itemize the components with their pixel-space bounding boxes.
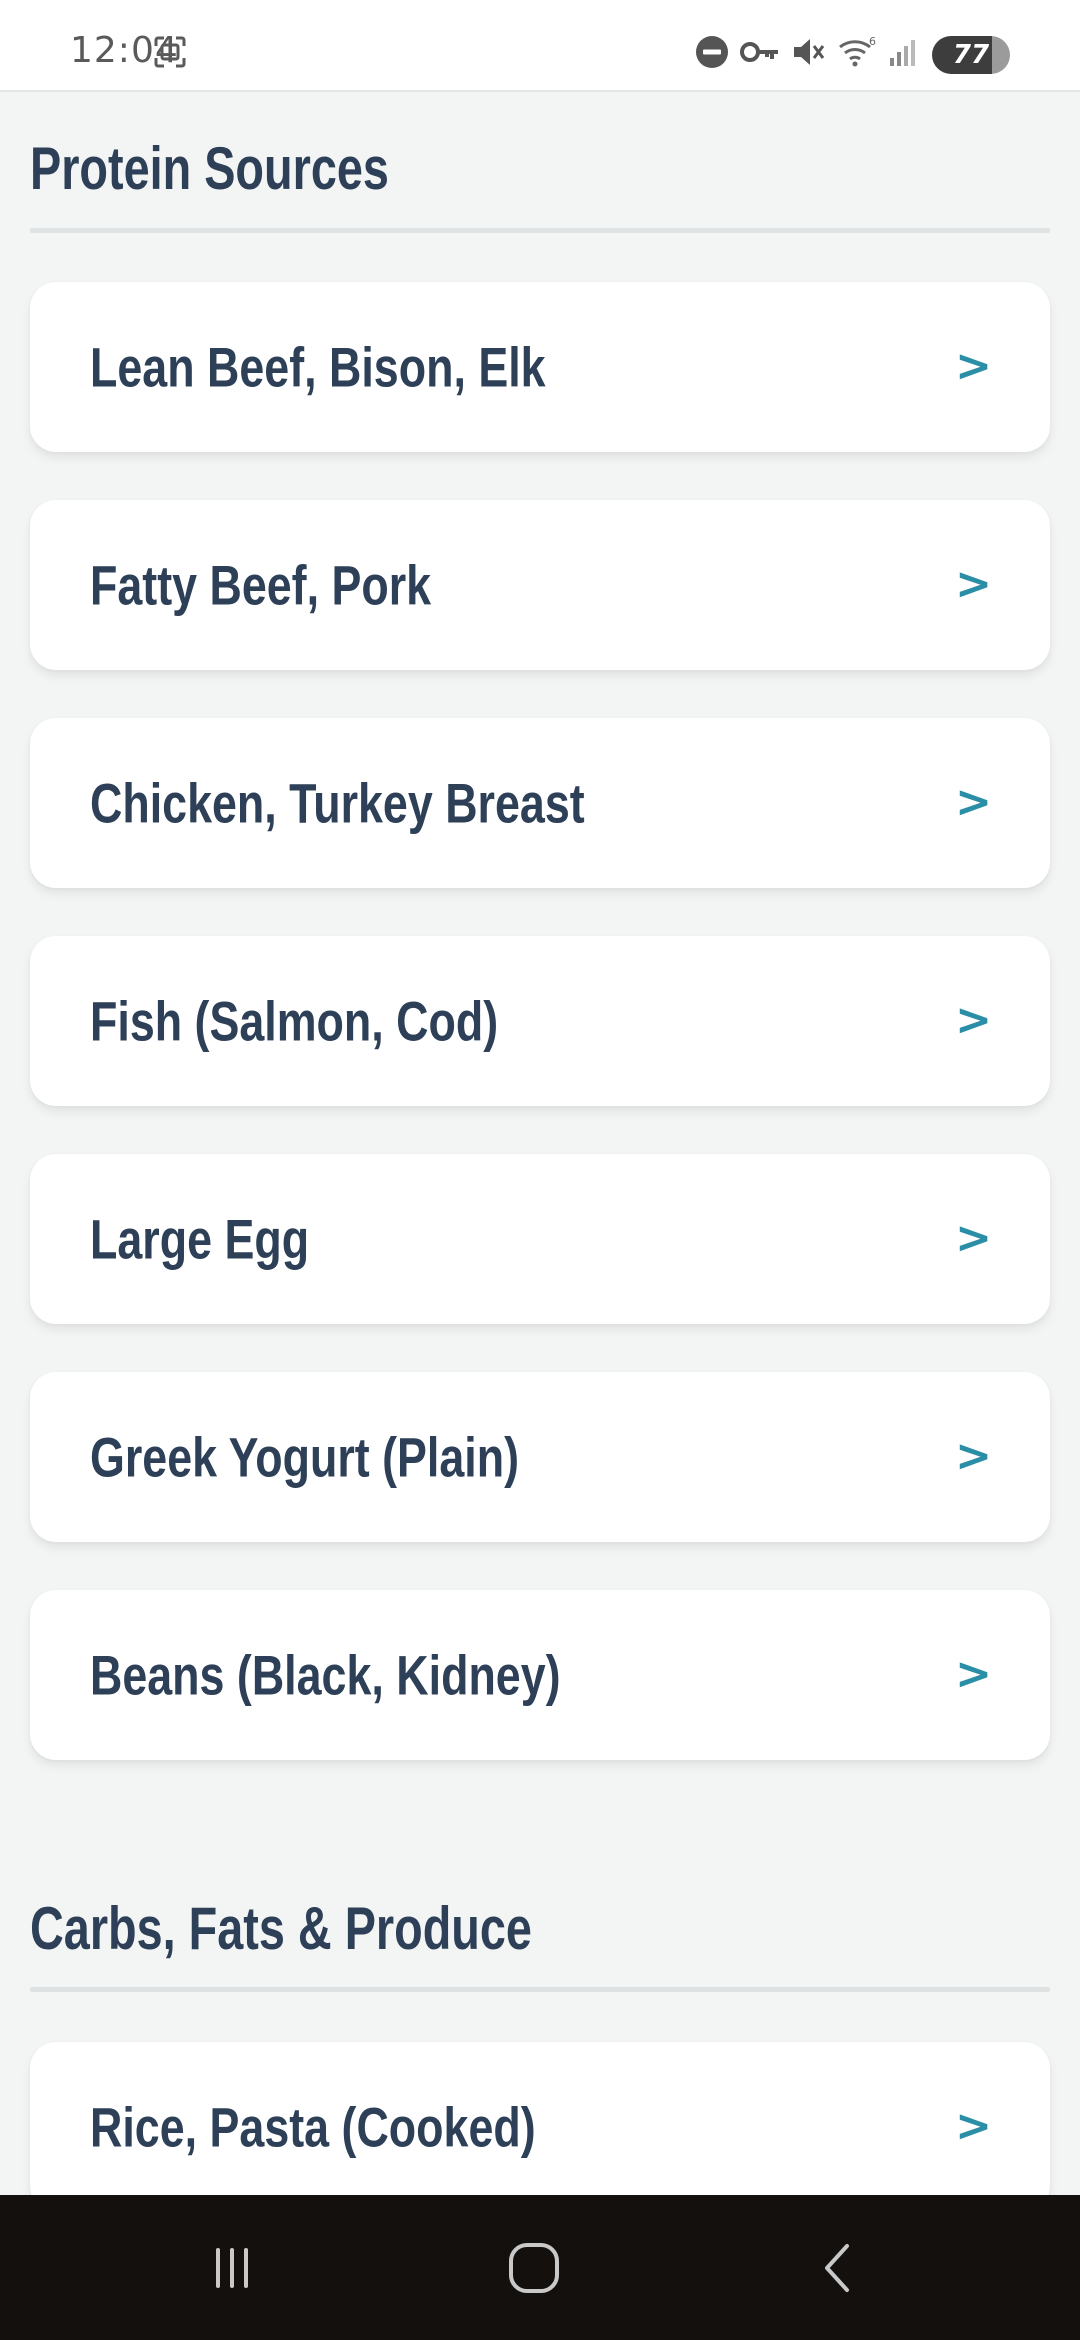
list-item-label: Chicken, Turkey Breast [90,771,585,835]
battery-icon: 77 [932,36,1010,74]
list-item-label: Fatty Beef, Pork [90,553,432,617]
section-title-carbs: Carbs, Fats & Produce [30,1895,532,1962]
section-divider [30,228,1050,233]
chevron-right-icon: > [955,1648,992,1700]
list-item[interactable]: Fish (Salmon, Cod) > [30,936,1050,1106]
svg-text:6: 6 [869,35,876,48]
screenshot-icon [150,32,190,72]
list-item[interactable]: Lean Beef, Bison, Elk > [30,282,1050,452]
list-item-label: Lean Beef, Bison, Elk [90,335,546,399]
chevron-right-icon: > [955,994,992,1046]
vpn-key-icon [738,32,782,72]
back-icon[interactable] [758,2195,918,2340]
list-item[interactable]: Fatty Beef, Pork > [30,500,1050,670]
list-item-label: Large Egg [90,1207,310,1271]
home-icon[interactable] [454,2195,614,2340]
food-list[interactable]: Protein Sources Lean Beef, Bison, Elk > … [0,92,1080,2195]
mute-icon [788,32,828,72]
chevron-right-icon: > [955,558,992,610]
navigation-bar [0,2195,1080,2340]
chevron-right-icon: > [955,2100,992,2152]
chevron-right-icon: > [955,1212,992,1264]
list-item-label: Rice, Pasta (Cooked) [90,2095,536,2159]
chevron-right-icon: > [955,776,992,828]
section-title-protein: Protein Sources [30,135,389,202]
list-item[interactable]: Greek Yogurt (Plain) > [30,1372,1050,1542]
status-bar: 12:04 6 77 [0,0,1080,92]
recent-apps-icon[interactable] [152,2195,312,2340]
list-item-label: Greek Yogurt (Plain) [90,1425,520,1489]
list-item-label: Beans (Black, Kidney) [90,1643,561,1707]
do-not-disturb-icon [692,32,732,72]
battery-level: 77 [952,40,990,70]
list-item[interactable]: Chicken, Turkey Breast > [30,718,1050,888]
list-item[interactable]: Rice, Pasta (Cooked) > [30,2042,1050,2195]
list-item-label: Fish (Salmon, Cod) [90,989,499,1053]
section-divider [30,1987,1050,1992]
wifi-icon: 6 [834,32,878,72]
chevron-right-icon: > [955,1430,992,1482]
chevron-right-icon: > [955,340,992,392]
list-item[interactable]: Beans (Black, Kidney) > [30,1590,1050,1760]
list-item[interactable]: Large Egg > [30,1154,1050,1324]
signal-icon [884,32,924,72]
